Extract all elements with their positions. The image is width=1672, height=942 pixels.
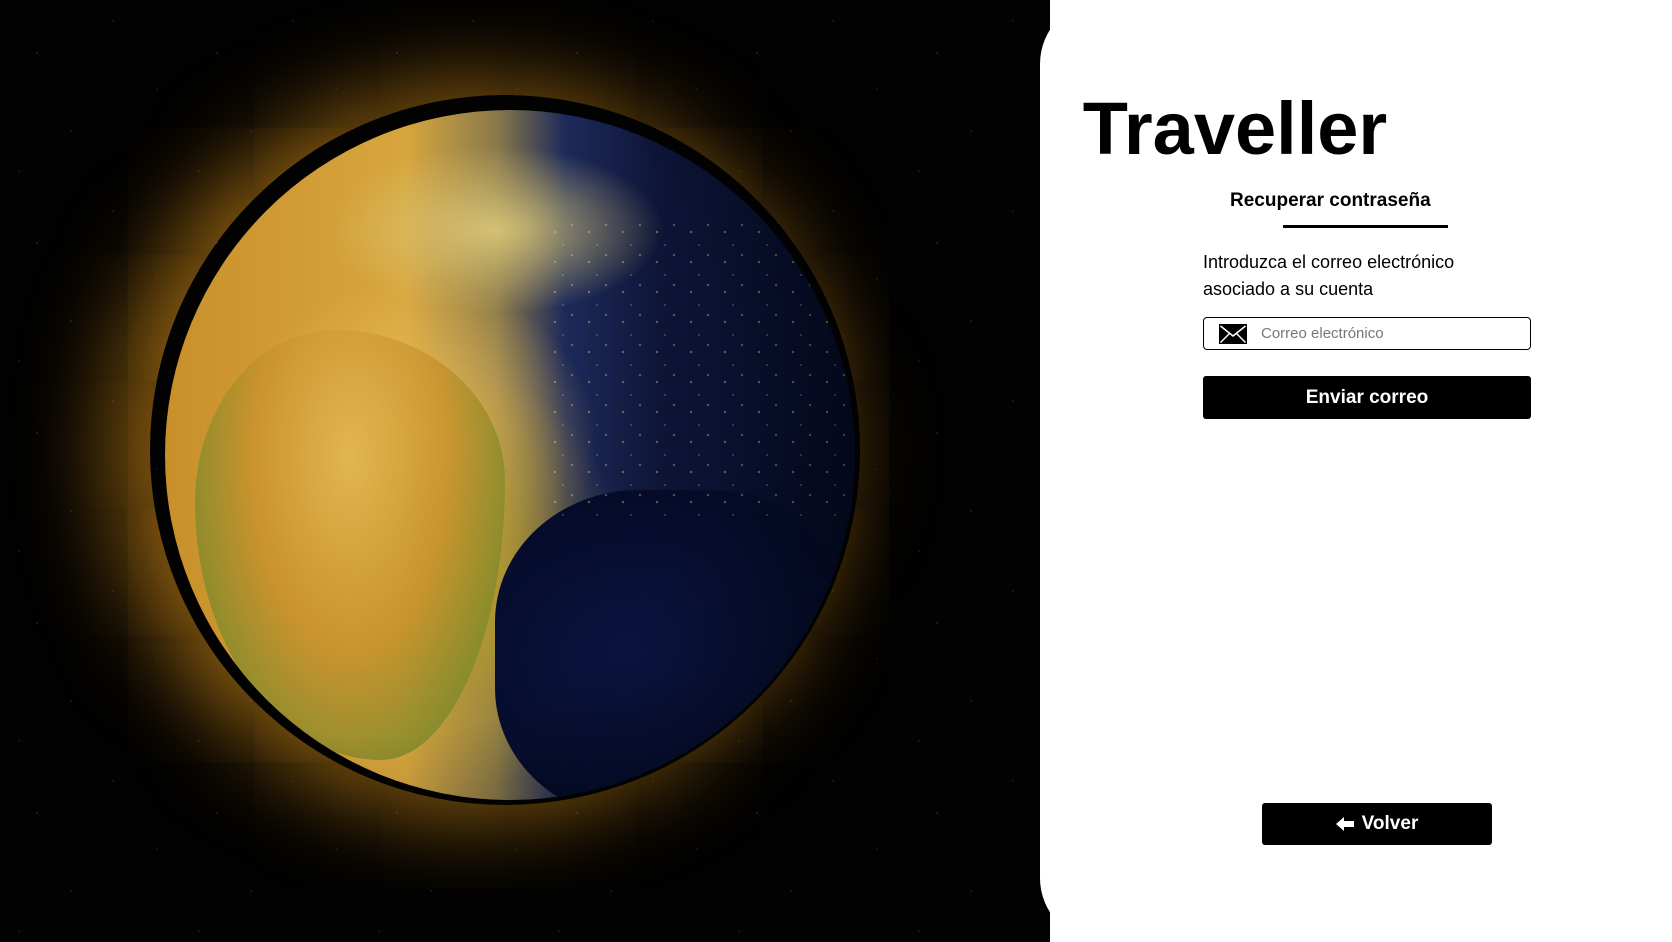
heading-underline (1283, 225, 1448, 228)
send-email-button[interactable]: Enviar correo (1203, 376, 1531, 419)
earth-shading (165, 110, 855, 800)
instructions-text: Introduzca el correo electrónico asociad… (1203, 252, 1455, 299)
recover-password-panel: Traveller Recuperar contraseña Introduzc… (1040, 0, 1672, 942)
email-input[interactable] (1261, 325, 1511, 342)
arrow-left-icon (1335, 817, 1354, 831)
earth-image (165, 110, 855, 800)
envelope-icon (1219, 323, 1247, 344)
recover-password-heading: Recuperar contraseña (1230, 190, 1431, 211)
back-button-label: Volver (1361, 813, 1419, 834)
back-button[interactable]: Volver (1262, 803, 1492, 845)
email-field[interactable] (1203, 317, 1531, 350)
page: Traveller Recuperar contraseña Introduzc… (0, 0, 1672, 942)
app-title: Traveller (1082, 87, 1388, 170)
